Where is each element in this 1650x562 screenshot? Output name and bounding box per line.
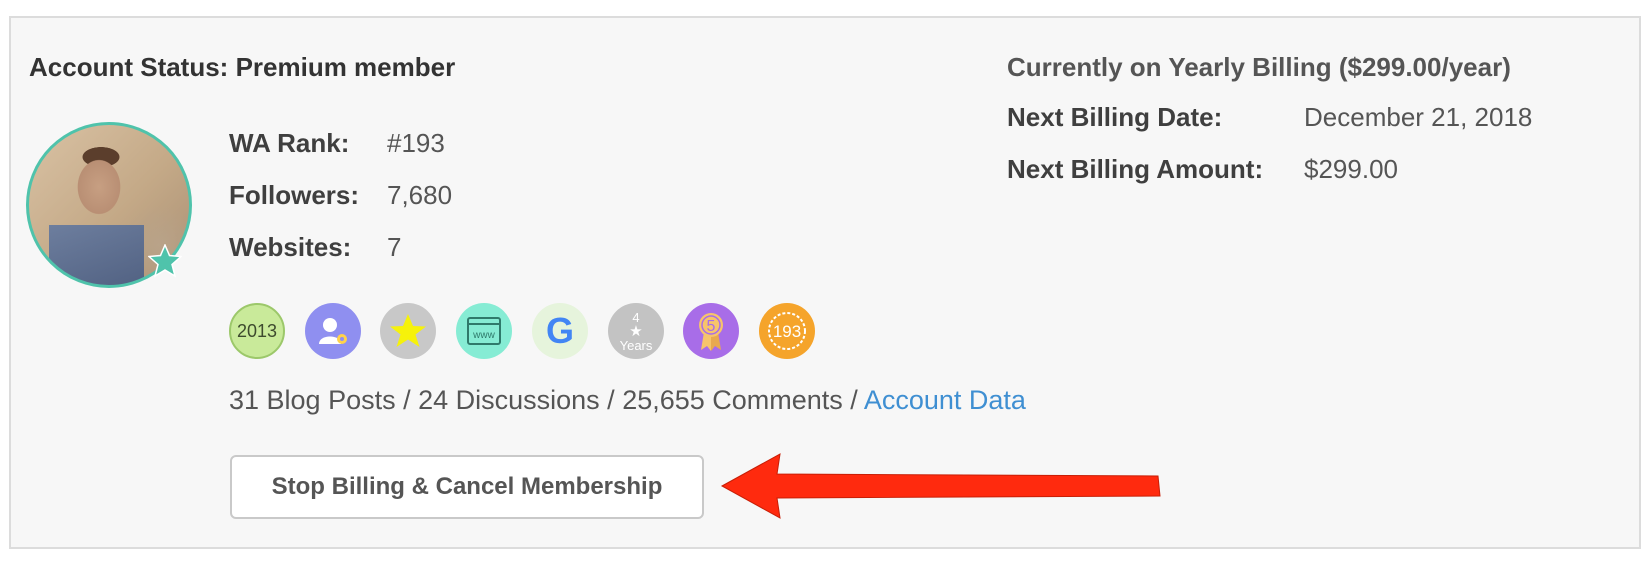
account-data-link[interactable]: Account Data xyxy=(864,385,1026,415)
four-years-star-icon: ★ xyxy=(629,322,643,340)
wa-rank-label: WA Rank: xyxy=(229,128,350,158)
google-badge-icon[interactable]: G xyxy=(532,303,588,359)
websites-label: Websites: xyxy=(229,232,352,262)
user-settings-badge-icon[interactable] xyxy=(305,303,361,359)
www-text: www xyxy=(472,330,495,341)
seal-icon: 193 xyxy=(768,312,806,350)
next-billing-date-label: Next Billing Date: xyxy=(1007,102,1223,132)
red-arrow-icon xyxy=(720,453,1161,519)
ribbon-icon: 5 xyxy=(699,313,723,351)
website-www-badge-icon[interactable]: www xyxy=(456,303,512,359)
four-years-number: 4 xyxy=(632,309,640,325)
activity-counts-text: 31 Blog Posts / 24 Discussions / 25,655 … xyxy=(229,385,864,415)
stop-billing-cancel-membership-button[interactable]: Stop Billing & Cancel Membership xyxy=(230,455,704,519)
four-years-label: Years xyxy=(619,337,653,353)
browser-window-icon: www xyxy=(467,317,501,345)
next-billing-amount-value: $299.00 xyxy=(1304,154,1398,184)
next-billing-date-value: December 21, 2018 xyxy=(1304,102,1533,132)
account-status-title: Account Status: Premium member xyxy=(29,52,456,82)
four-years-badge-icon[interactable]: 4 ★ Years xyxy=(608,303,664,359)
activity-summary: 31 Blog Posts / 24 Discussions / 25,655 … xyxy=(229,385,1026,416)
star-icon xyxy=(390,314,426,347)
rank-193-badge-icon[interactable]: 193 xyxy=(759,303,815,359)
wa-rank-value: #193 xyxy=(387,128,445,158)
year-2013-badge-icon[interactable]: 2013 xyxy=(229,303,285,359)
next-billing-amount-label: Next Billing Amount: xyxy=(1007,154,1264,184)
rank-193-text: 193 xyxy=(773,322,801,341)
billing-plan-heading: Currently on Yearly Billing ($299.00/yea… xyxy=(1007,52,1511,82)
premium-star-icon xyxy=(148,244,182,278)
websites-value: 7 xyxy=(387,232,402,262)
ribbon-5-text: 5 xyxy=(707,318,716,335)
user-gear-icon xyxy=(319,318,347,344)
badge-2013-text: 2013 xyxy=(236,320,278,341)
followers-label: Followers: xyxy=(229,180,360,210)
ribbon-5-badge-icon[interactable]: 5 xyxy=(683,303,739,359)
followers-value: 7,680 xyxy=(387,180,453,210)
star-badge-icon[interactable] xyxy=(380,303,436,359)
google-g-text: G xyxy=(545,310,574,351)
